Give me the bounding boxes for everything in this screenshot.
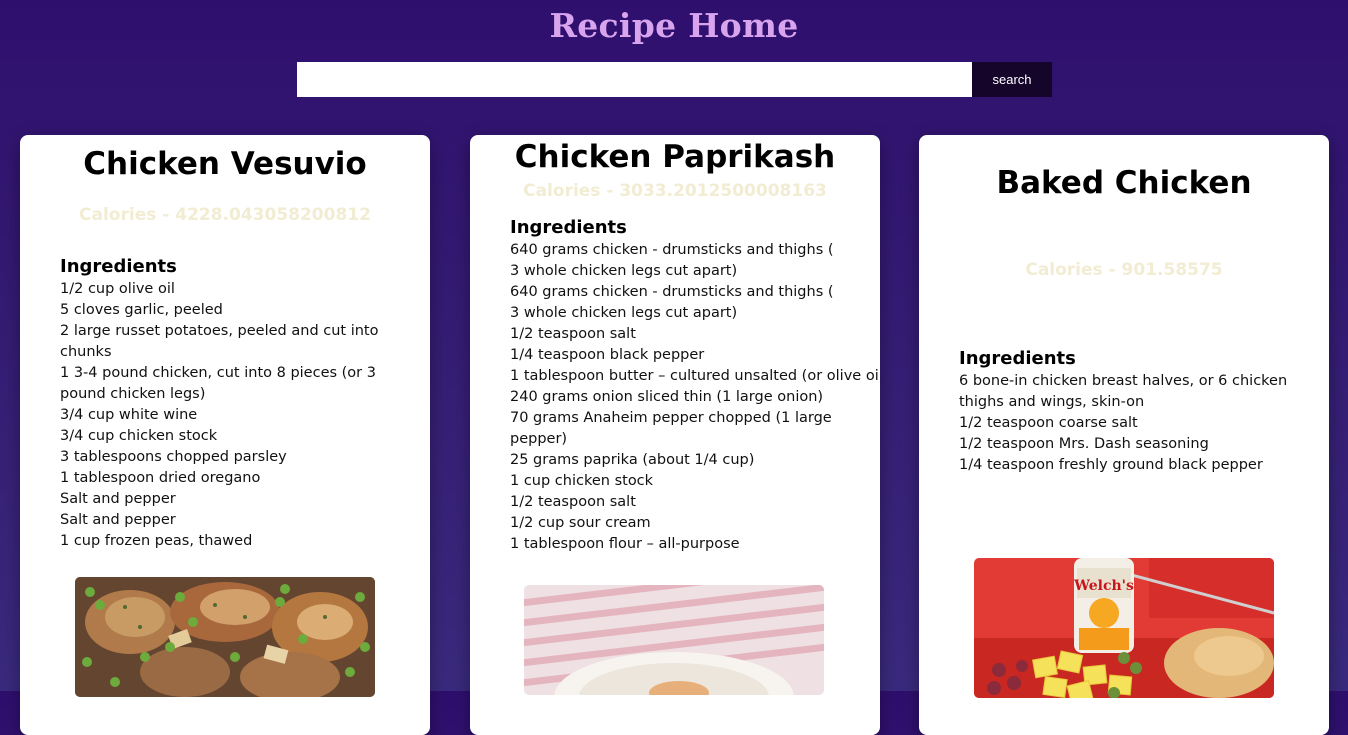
ingredient-item: 5 cloves garlic, peeled [60, 302, 223, 318]
recipe-card: Chicken Vesuvio Calories - 4228.04305820… [20, 135, 430, 735]
ingredient-item: 1/2 teaspoon coarse salt [959, 415, 1138, 431]
ingredient-item: 240 grams onion sliced thin (1 large oni… [510, 389, 824, 405]
recipe-calories: Calories - 3033.2012500008163 [523, 181, 827, 201]
ingredients-list: Ingredients 1/2 cup olive oil 5 cloves g… [60, 256, 426, 552]
ingredient-item: 25 grams paprika (about 1/4 cup) [510, 452, 755, 468]
page-title: Recipe Home [549, 6, 799, 45]
ingredient-item: 70 grams Anaheim pepper chopped (1 large… [510, 410, 832, 447]
ingredient-item: 1 cup chicken stock [510, 473, 654, 489]
ingredient-item: 1/2 cup sour cream [510, 515, 651, 531]
ingredient-item: 2 large russet potatoes, peeled and cut … [60, 323, 379, 360]
recipe-title: Chicken Vesuvio [83, 146, 367, 182]
ingredient-item: 1/4 teaspoon freshly ground black pepper [959, 457, 1263, 473]
ingredient-item: 640 grams chicken - drumsticks and thigh… [510, 242, 834, 279]
welch-can-label: Welch's [1073, 578, 1134, 594]
search-input[interactable] [297, 62, 972, 97]
ingredient-item: 6 bone-in chicken breast halves, or 6 ch… [959, 373, 1288, 410]
chicken-vesuvio-photo [75, 577, 375, 697]
ingredient-item: 1/2 teaspoon Mrs. Dash seasoning [959, 436, 1209, 452]
recipe-title: Baked Chicken [996, 165, 1252, 201]
ingredient-item: Salt and pepper [60, 491, 176, 507]
recipe-photo [524, 585, 824, 695]
recipe-calories: Calories - 4228.043058200812 [79, 205, 371, 225]
ingredient-item: 1/2 teaspoon salt [510, 326, 636, 342]
ingredient-item: 1 cup frozen peas, thawed [60, 533, 253, 549]
ingredient-item: 640 grams chicken - drumsticks and thigh… [510, 284, 834, 321]
baked-chicken-photo: Welch's [974, 558, 1274, 698]
ingredient-item: Salt and pepper [60, 512, 176, 528]
ingredients-heading: Ingredients [959, 348, 1076, 369]
ingredient-item: 1 tablespoon dried oregano [60, 470, 261, 486]
ingredient-item: 1 tablespoon flour – all-purpose [510, 536, 740, 552]
search-button[interactable]: search [972, 62, 1052, 97]
recipe-card: Baked Chicken Calories - 901.58575 Ingre… [919, 135, 1329, 735]
recipe-photo [75, 577, 375, 697]
ingredient-item: 1 3-4 pound chicken, cut into 8 pieces (… [60, 365, 376, 402]
ingredient-item: 3 tablespoons chopped parsley [60, 449, 287, 465]
ingredient-item: 1 tablespoon butter – cultured unsalted … [510, 368, 880, 384]
ingredients-heading: Ingredients [60, 256, 177, 277]
ingredients-list: Ingredients 6 bone-in chicken breast hal… [959, 348, 1327, 476]
recipe-card: Chicken Paprikash Calories - 3033.201250… [470, 135, 880, 735]
ingredient-item: 1/2 teaspoon salt [510, 494, 636, 510]
recipe-calories: Calories - 901.58575 [1025, 260, 1223, 280]
ingredient-item: 1/4 teaspoon black pepper [510, 347, 705, 363]
ingredient-item: 1/2 cup olive oil [60, 281, 175, 297]
chicken-paprikash-photo [524, 585, 824, 695]
ingredients-list: Ingredients 640 grams chicken - drumstic… [510, 217, 880, 555]
recipe-photo: Welch's [974, 558, 1274, 698]
recipe-title: Chicken Paprikash [514, 139, 836, 175]
search-form: search [297, 62, 1052, 97]
ingredient-item: 3/4 cup chicken stock [60, 428, 218, 444]
ingredients-heading: Ingredients [510, 217, 627, 238]
ingredient-item: 3/4 cup white wine [60, 407, 198, 423]
